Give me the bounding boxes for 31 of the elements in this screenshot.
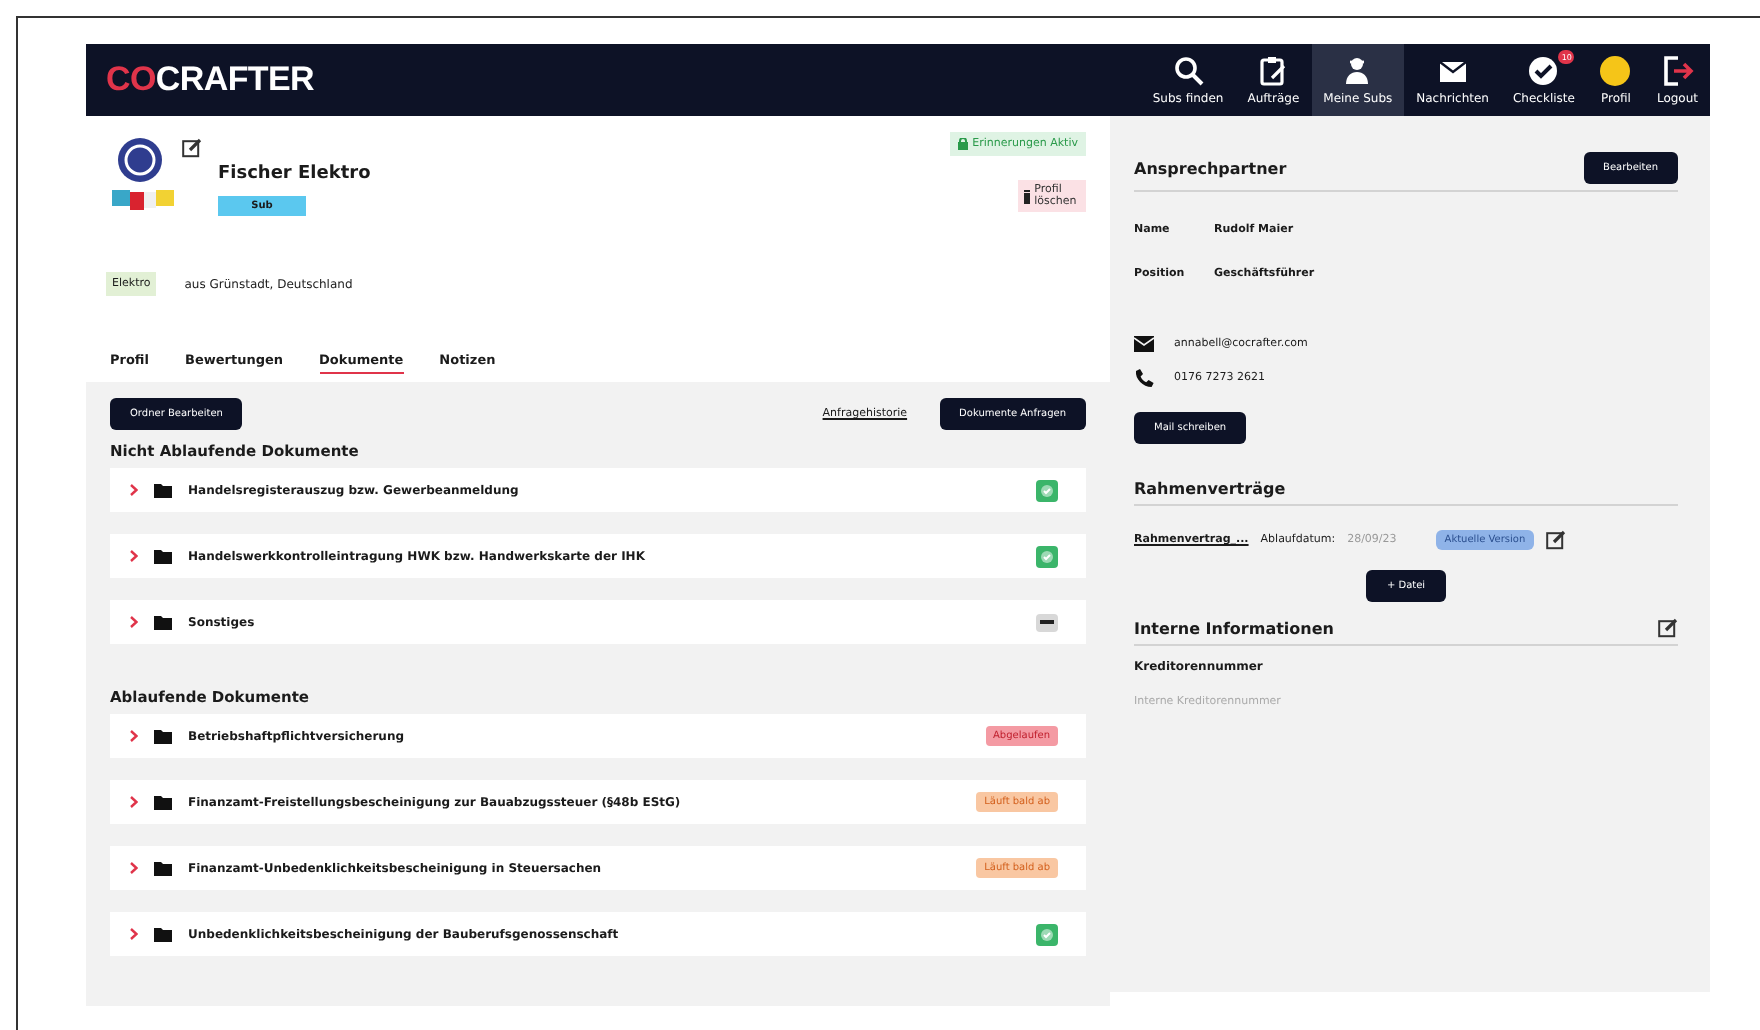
- chevron-icon: [130, 616, 138, 628]
- chevron-icon: [130, 796, 138, 808]
- logout-icon: [1660, 54, 1695, 88]
- edit-logo-icon[interactable]: [182, 138, 202, 158]
- section-title: Interne Informationen: [1134, 619, 1334, 637]
- avatar-icon: [1598, 54, 1633, 88]
- chevron-icon: [130, 928, 138, 940]
- folder-icon: [154, 795, 172, 809]
- company-name: Fischer Elektro: [218, 164, 371, 184]
- chevron-icon: [130, 862, 138, 874]
- section-title: Ansprechpartner: [1134, 159, 1287, 177]
- chevron-icon: [130, 550, 138, 562]
- trash-icon: [1024, 189, 1031, 203]
- mail-icon: [1134, 336, 1154, 352]
- chevron-icon: [130, 484, 138, 496]
- folder-icon: [154, 729, 172, 743]
- search-icon: [1171, 54, 1206, 88]
- edit-icon[interactable]: [1658, 618, 1678, 638]
- phone-icon: [1134, 368, 1154, 388]
- folder-icon: [154, 549, 172, 563]
- chevron-icon: [130, 730, 138, 742]
- edit-icon[interactable]: [1545, 530, 1566, 550]
- lock-icon: [958, 138, 969, 150]
- folder-icon: [154, 927, 172, 941]
- folder-icon: [154, 861, 172, 875]
- check-circle-icon: [1526, 54, 1561, 88]
- section-title: Rahmenverträge: [1134, 480, 1286, 498]
- clipboard-icon: [1256, 54, 1291, 88]
- folder-icon: [154, 615, 172, 629]
- logo[interactable]: COCRAFTER: [106, 60, 315, 100]
- folder-icon: [154, 483, 172, 497]
